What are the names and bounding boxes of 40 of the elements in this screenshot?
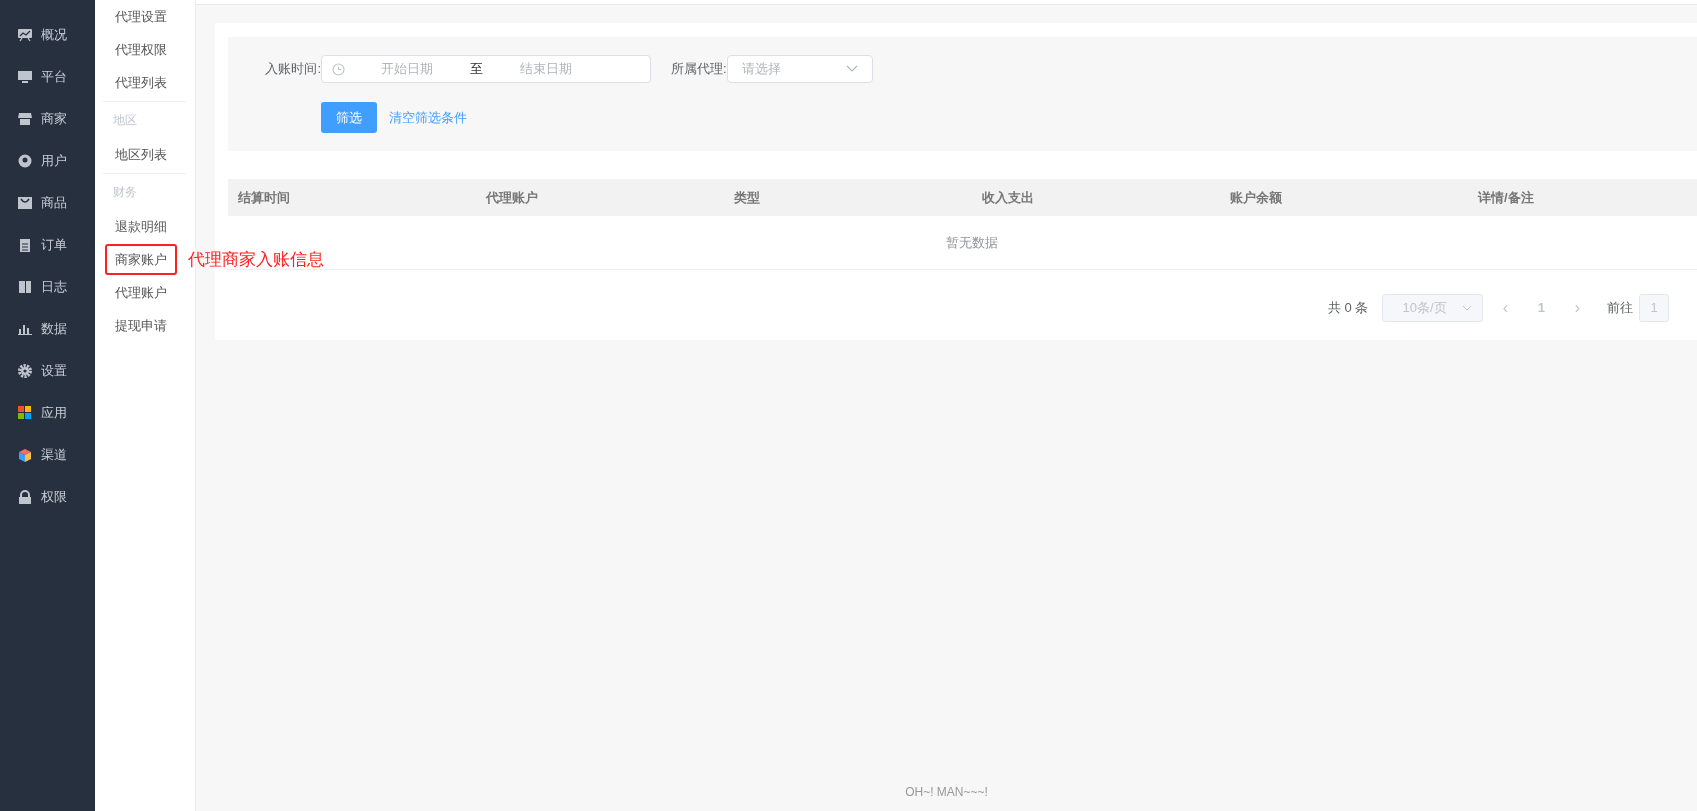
nav-item[interactable]: 用户 bbox=[0, 140, 95, 182]
column-header: 收入支出 bbox=[981, 188, 1035, 207]
submenu-item[interactable]: 提现申请 bbox=[105, 309, 177, 342]
submenu-heading: 地区 bbox=[113, 112, 138, 129]
submenu-item[interactable]: 退款明细 bbox=[105, 210, 177, 243]
nav-item[interactable]: 数据 bbox=[0, 308, 95, 350]
column-header: 详情/备注 bbox=[1476, 188, 1535, 207]
date-range-field[interactable]: 开始日期 至 结束日期 bbox=[321, 55, 651, 83]
submenu-item[interactable]: 商家账户 bbox=[105, 243, 177, 276]
range-separator: 至 bbox=[470, 60, 483, 79]
footer-text: OH~! MAN~~~! bbox=[904, 784, 989, 801]
nav-item[interactable]: 权限 bbox=[0, 476, 95, 518]
submenu-item[interactable]: 地区列表 bbox=[105, 138, 177, 171]
total-count: 共 0 条 bbox=[1328, 299, 1369, 318]
nav-item[interactable]: 日志 bbox=[0, 266, 95, 308]
end-date-placeholder: 结束日期 bbox=[520, 60, 572, 79]
nav-item[interactable]: 应用 bbox=[0, 392, 95, 434]
nav-item[interactable]: 渠道 bbox=[0, 434, 95, 476]
column-header: 账户余额 bbox=[1229, 188, 1283, 207]
submenu-item[interactable]: 代理权限 bbox=[105, 33, 177, 66]
agent-placeholder: 请选择 bbox=[741, 60, 781, 79]
annotation-text: 代理商家入账信息 bbox=[188, 249, 324, 271]
submenu-item[interactable]: 代理列表 bbox=[105, 66, 177, 99]
start-date-placeholder: 开始日期 bbox=[381, 60, 433, 79]
column-header: 代理账户 bbox=[484, 188, 539, 207]
column-header: 结算时间 bbox=[237, 188, 291, 207]
date-label: 入账时间: bbox=[264, 60, 321, 79]
nav-item[interactable]: 商品 bbox=[0, 182, 95, 224]
nav-item[interactable]: 概况 bbox=[0, 14, 95, 56]
column-header: 类型 bbox=[733, 188, 761, 207]
submenu-item[interactable]: 代理账户 bbox=[105, 276, 177, 309]
submenu-item[interactable]: 代理设置 bbox=[105, 0, 177, 33]
empty-message: 暂无数据 bbox=[946, 233, 998, 252]
submenu-heading: 财务 bbox=[113, 184, 138, 201]
goto-label: 前往 bbox=[1607, 299, 1634, 318]
agent-label: 所属代理: bbox=[671, 60, 727, 79]
nav-item[interactable]: 平台 bbox=[0, 56, 95, 98]
nav-item[interactable]: 商家 bbox=[0, 98, 95, 140]
nav-item[interactable]: 设置 bbox=[0, 350, 95, 392]
nav-item[interactable]: 订单 bbox=[0, 224, 95, 266]
